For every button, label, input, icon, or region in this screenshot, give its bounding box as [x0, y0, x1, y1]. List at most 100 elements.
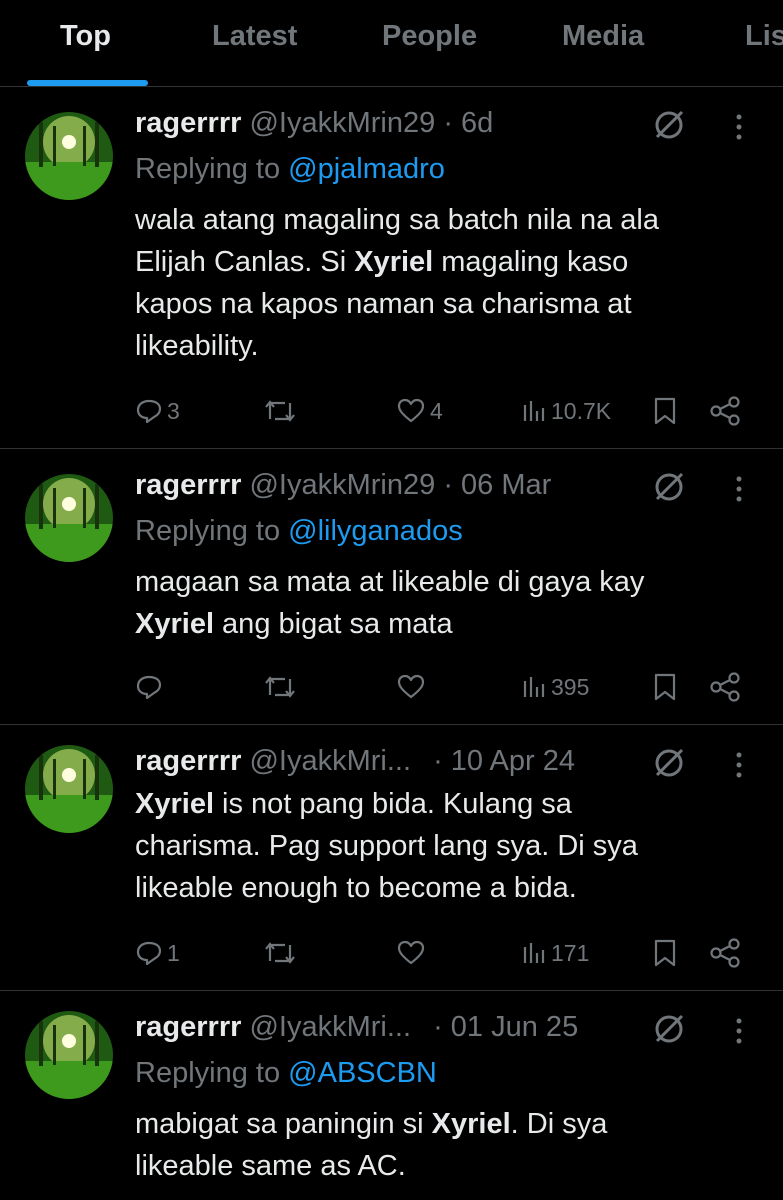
timestamp[interactable]: · 06 Mar — [443, 469, 551, 501]
grok-icon[interactable] — [651, 745, 687, 781]
search-tabs: Top Latest People Media Lis — [0, 0, 783, 87]
like-button[interactable] — [396, 669, 430, 705]
avatar[interactable] — [25, 1011, 113, 1099]
text-line: . Di sya — [510, 1108, 608, 1140]
avatar[interactable] — [25, 474, 113, 562]
like-button[interactable] — [396, 935, 430, 971]
text-line: kapos na kapos naman sa charisma at — [135, 288, 632, 320]
replying-to: Replying to @lilyganados — [135, 515, 463, 548]
views-icon — [523, 943, 545, 963]
bookmark-icon — [654, 939, 676, 967]
display-name[interactable]: ragerrrr — [135, 745, 241, 777]
timestamp[interactable]: · 10 Apr 24 — [433, 745, 575, 777]
highlighted-term: Xyriel — [431, 1108, 511, 1140]
repost-icon — [265, 676, 295, 698]
more-options-icon[interactable] — [725, 109, 753, 145]
grok-icon[interactable] — [651, 107, 687, 143]
reply-count: 3 — [167, 397, 180, 424]
text-line: likeable enough to become a bida. — [135, 872, 577, 904]
text-line: charisma. Pag support lang sya. Di sya — [135, 830, 638, 862]
views-button[interactable]: 171 — [521, 935, 589, 971]
text-line: Elijah Canlas. Si — [135, 246, 355, 278]
avatar[interactable] — [25, 112, 113, 200]
display-name[interactable]: ragerrrr — [135, 1011, 241, 1043]
tab-media[interactable]: Media — [562, 20, 644, 53]
tweet[interactable]: ragerrrr @IyakkMri... · 01 Jun 25 Replyi… — [0, 991, 783, 1200]
tweet[interactable]: ragerrrr @IyakkMrin29 · 6d Replying to @… — [0, 87, 783, 449]
views-button[interactable]: 395 — [521, 669, 589, 705]
display-name[interactable]: ragerrrr — [135, 469, 241, 501]
text-line: magaling kaso — [433, 246, 629, 278]
handle[interactable]: @IyakkMri... — [249, 1011, 411, 1043]
active-tab-indicator — [27, 80, 148, 86]
repost-button[interactable] — [262, 393, 298, 429]
repost-icon — [265, 400, 295, 422]
reply-button[interactable]: 3 — [135, 393, 180, 429]
reply-icon — [136, 399, 162, 424]
like-button[interactable]: 4 — [396, 393, 443, 429]
handle[interactable]: @IyakkMrin29 — [249, 469, 435, 501]
timestamp[interactable]: · 01 Jun 25 — [433, 1011, 578, 1043]
tweet[interactable]: ragerrrr @IyakkMrin29 · 06 Mar Replying … — [0, 449, 783, 725]
replying-label: Replying to — [135, 1057, 281, 1089]
views-icon — [523, 677, 545, 697]
heart-icon — [397, 940, 425, 965]
mention-link[interactable]: @ABSCBN — [288, 1057, 437, 1089]
bookmark-button[interactable] — [652, 669, 678, 705]
repost-button[interactable] — [262, 935, 298, 971]
mention-link[interactable]: @pjalmadro — [288, 153, 445, 185]
share-button[interactable] — [708, 393, 742, 429]
tweet-text: mabigat sa paningin si Xyriel. Di sya li… — [135, 1103, 755, 1187]
display-name[interactable]: ragerrrr — [135, 107, 241, 139]
tweet-header: ragerrrr @IyakkMri... · 01 Jun 25 — [135, 1011, 578, 1044]
tweet-header: ragerrrr @IyakkMrin29 · 06 Mar — [135, 469, 551, 502]
tweet-header: ragerrrr @IyakkMri... · 10 Apr 24 — [135, 745, 575, 778]
text-line: is not pang bida. Kulang sa — [214, 788, 572, 820]
highlighted-term: Xyriel — [135, 608, 214, 640]
views-icon — [523, 401, 545, 421]
view-count: 10.7K — [551, 397, 612, 424]
avatar[interactable] — [25, 745, 113, 833]
replying-to: Replying to @ABSCBN — [135, 1057, 437, 1090]
tab-latest[interactable]: Latest — [212, 20, 297, 53]
replying-label: Replying to — [135, 153, 281, 185]
grok-icon[interactable] — [651, 469, 687, 505]
highlighted-term: Xyriel — [135, 788, 214, 820]
repost-button[interactable] — [262, 669, 298, 705]
tab-lists[interactable]: Lis — [745, 20, 783, 53]
tweet[interactable]: ragerrrr @IyakkMri... · 10 Apr 24 Xyriel… — [0, 725, 783, 991]
reply-button[interactable]: 1 — [135, 935, 180, 971]
highlighted-term: Xyriel — [354, 246, 434, 278]
more-options-icon[interactable] — [725, 747, 753, 783]
tab-top[interactable]: Top — [60, 20, 111, 53]
repost-icon — [265, 942, 295, 964]
share-icon — [710, 938, 740, 968]
timestamp[interactable]: · 6d — [443, 107, 493, 139]
heart-icon — [397, 398, 425, 423]
more-options-icon[interactable] — [725, 1013, 753, 1049]
mention-link[interactable]: @lilyganados — [288, 515, 463, 547]
tweet-text: wala atang magaling sa batch nila na ala… — [135, 199, 755, 367]
handle[interactable]: @IyakkMri... — [249, 745, 411, 777]
reply-icon — [136, 941, 162, 966]
text-line: mabigat sa paningin si — [135, 1108, 432, 1140]
replying-to: Replying to @pjalmadro — [135, 153, 445, 186]
tweet-header: ragerrrr @IyakkMrin29 · 6d — [135, 107, 493, 140]
text-line: wala atang magaling sa batch nila na ala — [135, 204, 659, 236]
replying-label: Replying to — [135, 515, 281, 547]
more-options-icon[interactable] — [725, 471, 753, 507]
text-line: likeability. — [135, 330, 259, 362]
bookmark-button[interactable] — [652, 393, 678, 429]
heart-icon — [397, 674, 425, 699]
grok-icon[interactable] — [651, 1011, 687, 1047]
tab-people[interactable]: People — [382, 20, 477, 53]
share-button[interactable] — [708, 935, 742, 971]
bookmark-button[interactable] — [652, 935, 678, 971]
tweet-text: magaan sa mata at likeable di gaya kay X… — [135, 561, 755, 645]
views-button[interactable]: 10.7K — [521, 393, 611, 429]
reply-button[interactable] — [135, 669, 167, 705]
like-count: 4 — [430, 397, 443, 424]
handle[interactable]: @IyakkMrin29 — [249, 107, 435, 139]
share-button[interactable] — [708, 669, 742, 705]
text-line: magaan sa mata at likeable di gaya kay — [135, 566, 645, 598]
